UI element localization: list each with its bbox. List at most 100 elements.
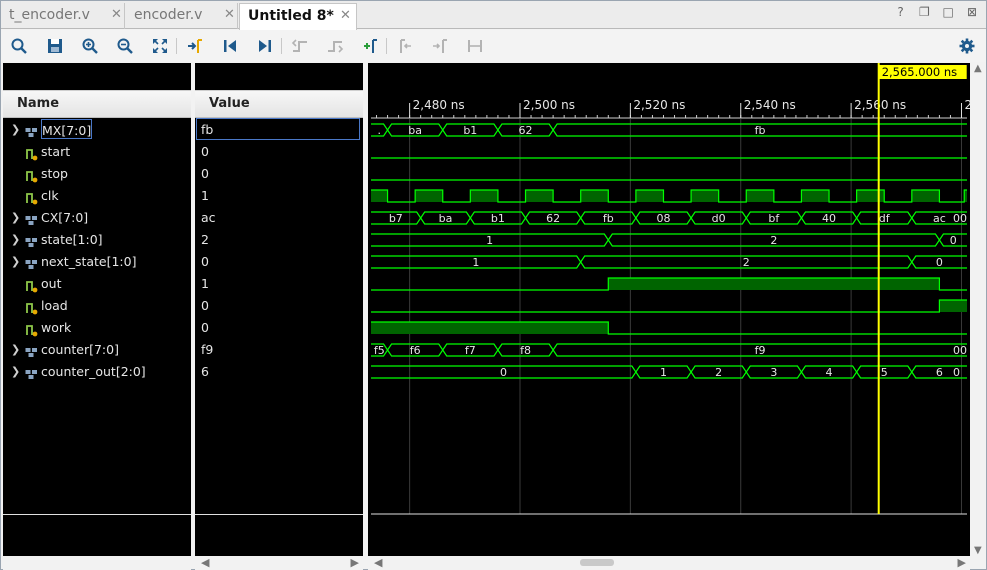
settings-gear-icon[interactable] (955, 34, 979, 58)
signal-name: next_state[1:0] (41, 254, 137, 269)
add-marker-icon[interactable] (358, 34, 382, 58)
expand-chevron-icon[interactable]: ❯ (11, 229, 20, 251)
pane-splitter[interactable] (363, 63, 367, 556)
signal-value-row[interactable]: 6 (195, 361, 363, 383)
signal-value-row[interactable]: 0 (195, 163, 363, 185)
bus-signal-icon (25, 234, 38, 247)
waveform-pane[interactable]: 2,480 ns 2,500 ns 2,520 ns 2,540 ns 2,560 ns… (368, 63, 987, 556)
signal-row[interactable]: start (3, 141, 191, 163)
signal-row[interactable]: stop (3, 163, 191, 185)
selected-value-cell[interactable] (196, 118, 360, 140)
expand-chevron-icon[interactable]: ❯ (11, 361, 20, 383)
goto-cursor-icon[interactable] (183, 34, 207, 58)
signal-value-row[interactable]: 0 (195, 141, 363, 163)
scroll-up-icon[interactable]: ▲ (974, 63, 982, 74)
waveform-horizontal-scrollbar[interactable]: ◀ ▶ (368, 556, 970, 570)
signal-row[interactable]: out (3, 273, 191, 295)
signal-value-row[interactable]: ac (195, 207, 363, 229)
zoom-out-icon[interactable] (113, 34, 137, 58)
signal-row[interactable]: work (3, 317, 191, 339)
expand-chevron-icon[interactable]: ❯ (11, 339, 20, 361)
goto-time-zero-icon[interactable] (218, 34, 242, 58)
waveform-toolbar (1, 30, 986, 62)
previous-transition-icon[interactable] (288, 34, 312, 58)
signal-row[interactable]: load (3, 295, 191, 317)
signal-value-row[interactable]: 0 (195, 295, 363, 317)
goto-last-time-icon[interactable] (253, 34, 277, 58)
waveform-window: t_encoder.v ✕ encoder.v ✕ Untitled 8* ✕ … (0, 0, 987, 570)
signal-value-row[interactable]: 0 (195, 317, 363, 339)
tab-t-encoder[interactable]: t_encoder.v ✕ (1, 3, 125, 29)
high-level-fill (635, 190, 664, 202)
signal-row[interactable]: ❯ next_state[1:0] (3, 251, 191, 273)
signal-row[interactable]: ❯ counter_out[2:0] (3, 361, 191, 383)
bus-value-label: 2 (715, 366, 722, 379)
scroll-down-icon[interactable]: ▼ (974, 545, 982, 556)
save-icon[interactable] (43, 34, 67, 58)
value-column-header[interactable]: Value (195, 90, 363, 118)
scroll-left-icon[interactable]: ◀ (201, 556, 209, 569)
signal-value-row[interactable]: f9 (195, 339, 363, 361)
close-icon[interactable]: ✕ (340, 4, 351, 28)
scroll-left-icon[interactable]: ◀ (374, 556, 382, 569)
swap-cursors-icon[interactable] (463, 34, 487, 58)
tab-encoder[interactable]: encoder.v ✕ (126, 3, 238, 29)
zoom-in-icon[interactable] (78, 34, 102, 58)
tab-untitled-8[interactable]: Untitled 8* ✕ (239, 3, 357, 30)
bus-value-label: 0 (953, 366, 960, 379)
bus-signal-icon (25, 344, 38, 357)
signal-row[interactable]: ❯ state[1:0] (3, 229, 191, 251)
tab-label: t_encoder.v (9, 7, 90, 23)
scroll-right-icon[interactable]: ▶ (958, 556, 966, 569)
zoom-fit-icon[interactable] (148, 34, 172, 58)
tab-label: Untitled 8* (248, 8, 334, 24)
close-icon[interactable]: ✕ (111, 3, 122, 27)
vertical-scrollbar[interactable]: ▲ ▼ (970, 63, 986, 556)
help-icon[interactable]: ? (891, 5, 911, 19)
signal-row[interactable]: ❯ MX[7:0] (3, 119, 191, 141)
high-level-fill (371, 190, 388, 202)
signal-name: clk (41, 188, 59, 203)
maximize-icon[interactable]: □ (938, 5, 958, 19)
bus-value-label: 5 (881, 366, 888, 379)
high-level-fill (746, 190, 774, 202)
bus-value-label: 1 (472, 256, 479, 269)
close-icon[interactable]: ⊠ (962, 5, 982, 19)
signal-value-row[interactable]: 0 (195, 251, 363, 273)
time-cursor-label: 2,565.000 ns (882, 65, 957, 79)
expand-chevron-icon[interactable]: ❯ (11, 207, 20, 229)
bus-value-label: ba (439, 212, 453, 225)
next-transition-icon[interactable] (323, 34, 347, 58)
signal-row[interactable]: clk (3, 185, 191, 207)
previous-marker-icon[interactable] (393, 34, 417, 58)
scroll-right-icon[interactable]: ▶ (351, 556, 359, 569)
bit-signal-icon (25, 322, 38, 337)
close-icon[interactable]: ✕ (224, 3, 235, 27)
name-column-header[interactable]: Name (3, 90, 191, 118)
search-icon[interactable] (7, 34, 31, 58)
ruler-tick-label: 2,540 ns (744, 98, 796, 112)
tab-label: encoder.v (134, 7, 203, 23)
signal-value: 2 (201, 232, 209, 247)
signal-value-row[interactable]: 2 (195, 229, 363, 251)
name-pane-scrollbar[interactable] (3, 556, 191, 570)
next-marker-icon[interactable] (428, 34, 452, 58)
bus-value-label: ac (933, 212, 946, 225)
bus-value-label: 62 (519, 124, 533, 137)
restore-icon[interactable]: ❐ (914, 5, 934, 19)
signal-value: 0 (201, 320, 209, 335)
signal-value: 1 (201, 188, 209, 203)
waveform-svg[interactable]: 2,480 ns 2,500 ns 2,520 ns 2,540 ns 2,560 ns… (368, 63, 987, 556)
signal-value-row[interactable]: 1 (195, 273, 363, 295)
scrollbar-thumb[interactable] (580, 559, 614, 566)
bus-value-label: fb (755, 124, 766, 137)
signal-row[interactable]: ❯ counter[7:0] (3, 339, 191, 361)
signal-value: 1 (201, 276, 209, 291)
signal-value-row[interactable]: 1 (195, 185, 363, 207)
expand-chevron-icon[interactable]: ❯ (11, 119, 20, 141)
expand-chevron-icon[interactable]: ❯ (11, 251, 20, 273)
waveform-canvas[interactable]: 2,480 ns 2,500 ns 2,520 ns 2,540 ns 2,560 ns… (368, 63, 987, 560)
bit-signal-icon (25, 300, 38, 315)
signal-row[interactable]: ❯ CX[7:0] (3, 207, 191, 229)
value-pane-scrollbar[interactable]: ◀ ▶ (195, 556, 363, 570)
